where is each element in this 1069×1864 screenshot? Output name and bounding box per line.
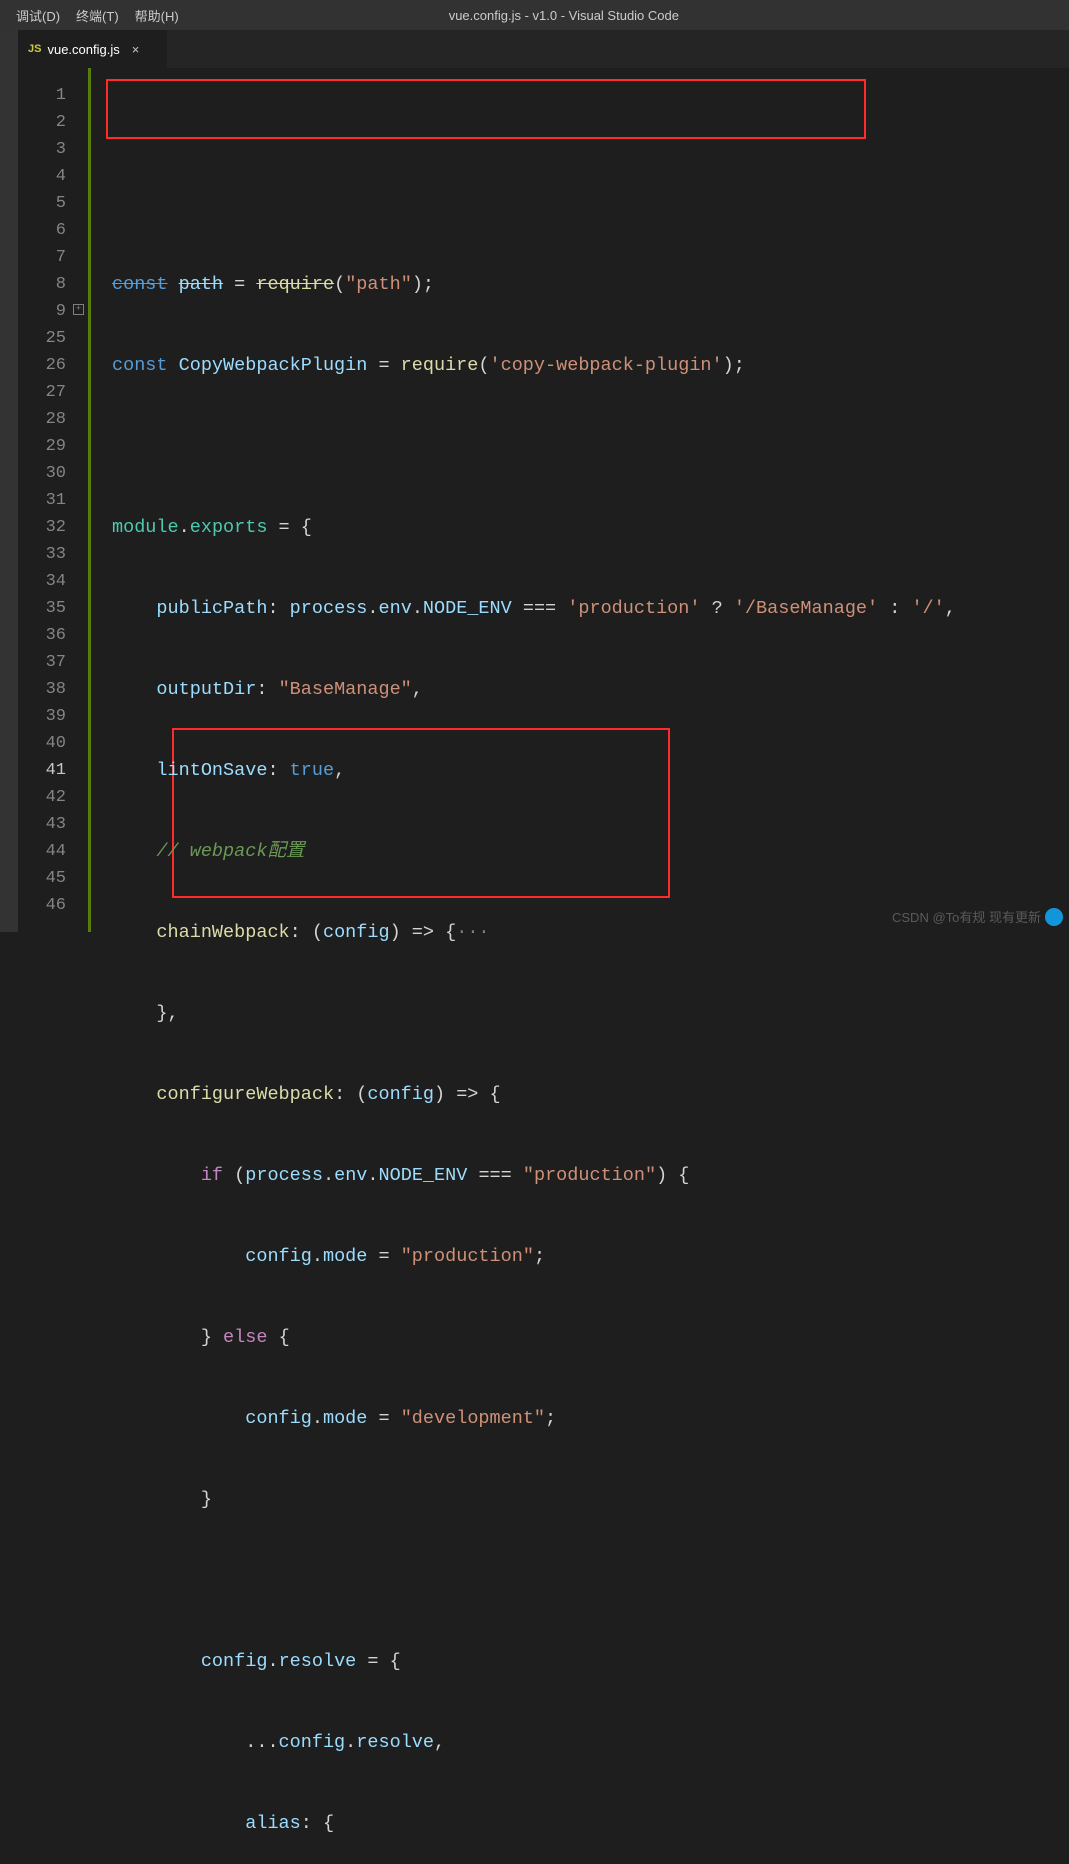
- code-line: } else {: [88, 1324, 1069, 1351]
- code-line: lintOnSave: true,: [88, 757, 1069, 784]
- fold-icon[interactable]: +: [73, 304, 84, 315]
- line-number: 25: [18, 325, 88, 352]
- line-number: 43: [18, 811, 88, 838]
- highlight-box-bottom: [172, 728, 670, 898]
- line-number: 36: [18, 622, 88, 649]
- line-gutter: 1 2 3 4 5 6 7 8 9+ 25 26 27 28 29 30 31 …: [18, 68, 88, 932]
- line-number: 32: [18, 514, 88, 541]
- code-line: config.resolve = {: [88, 1648, 1069, 1675]
- line-number: 44: [18, 838, 88, 865]
- line-number: 34: [18, 568, 88, 595]
- code-line: if (process.env.NODE_ENV === "production…: [88, 1162, 1069, 1189]
- code-line: },: [88, 1000, 1069, 1027]
- line-number: 9+: [18, 298, 88, 325]
- highlight-box-top: [106, 79, 866, 139]
- line-number: 37: [18, 649, 88, 676]
- code-line: publicPath: process.env.NODE_ENV === 'pr…: [88, 595, 1069, 622]
- tab-vue-config[interactable]: JS vue.config.js ×: [18, 30, 168, 68]
- code-line: alias: {: [88, 1810, 1069, 1837]
- close-icon[interactable]: ×: [132, 42, 140, 57]
- line-number: 29: [18, 433, 88, 460]
- line-number: 41: [18, 757, 88, 784]
- code-line: config.mode = "production";: [88, 1243, 1069, 1270]
- watermark-text: CSDN @To有规 现有更新: [892, 907, 1041, 926]
- line-number: 30: [18, 460, 88, 487]
- code-line: outputDir: "BaseManage",: [88, 676, 1069, 703]
- code-line: const CopyWebpackPlugin = require('copy-…: [88, 352, 1069, 379]
- line-number: 27: [18, 379, 88, 406]
- tabbar-space: [168, 30, 1069, 68]
- line-number: 46: [18, 892, 88, 919]
- tabbar: JS vue.config.js ×: [18, 30, 1069, 68]
- tab-label: vue.config.js: [47, 42, 119, 57]
- menu-help[interactable]: 帮助(H): [127, 6, 187, 25]
- line-number: 1: [18, 82, 88, 109]
- watermark: CSDN @To有规 现有更新: [892, 907, 1063, 926]
- code-line: [88, 433, 1069, 460]
- code-line: configureWebpack: (config) => {: [88, 1081, 1069, 1108]
- code-line: const path = require("path");: [88, 271, 1069, 298]
- line-number: 40: [18, 730, 88, 757]
- line-number: 6: [18, 217, 88, 244]
- menu-debug[interactable]: 调试(D): [8, 6, 68, 25]
- line-number: 39: [18, 703, 88, 730]
- code-line: ...config.resolve,: [88, 1729, 1069, 1756]
- modification-indicator: [88, 68, 91, 932]
- code-area[interactable]: const path = require("path"); const Copy…: [88, 68, 1069, 932]
- menu-terminal[interactable]: 终端(T): [68, 6, 127, 25]
- line-number: 38: [18, 676, 88, 703]
- line-number: 2: [18, 109, 88, 136]
- code-line: [88, 1567, 1069, 1594]
- line-number: 8: [18, 271, 88, 298]
- line-number: 28: [18, 406, 88, 433]
- line-number: 35: [18, 595, 88, 622]
- line-number: 5: [18, 190, 88, 217]
- code-line: }: [88, 1486, 1069, 1513]
- line-number: 4: [18, 163, 88, 190]
- menubar: 调试(D) 终端(T) 帮助(H) vue.config.js - v1.0 -…: [0, 0, 1069, 30]
- code-line: config.mode = "development";: [88, 1405, 1069, 1432]
- code-line: // webpack配置: [88, 838, 1069, 865]
- window-title: vue.config.js - v1.0 - Visual Studio Cod…: [187, 8, 941, 23]
- line-number: 3: [18, 136, 88, 163]
- code-line: module.exports = {: [88, 514, 1069, 541]
- line-number: 31: [18, 487, 88, 514]
- line-number: 26: [18, 352, 88, 379]
- js-file-icon: JS: [28, 43, 41, 55]
- line-number: 45: [18, 865, 88, 892]
- watermark-icon: [1045, 908, 1063, 926]
- line-number: 7: [18, 244, 88, 271]
- line-number: 33: [18, 541, 88, 568]
- editor[interactable]: 1 2 3 4 5 6 7 8 9+ 25 26 27 28 29 30 31 …: [18, 68, 1069, 932]
- line-number: 42: [18, 784, 88, 811]
- activity-bar[interactable]: [0, 30, 18, 932]
